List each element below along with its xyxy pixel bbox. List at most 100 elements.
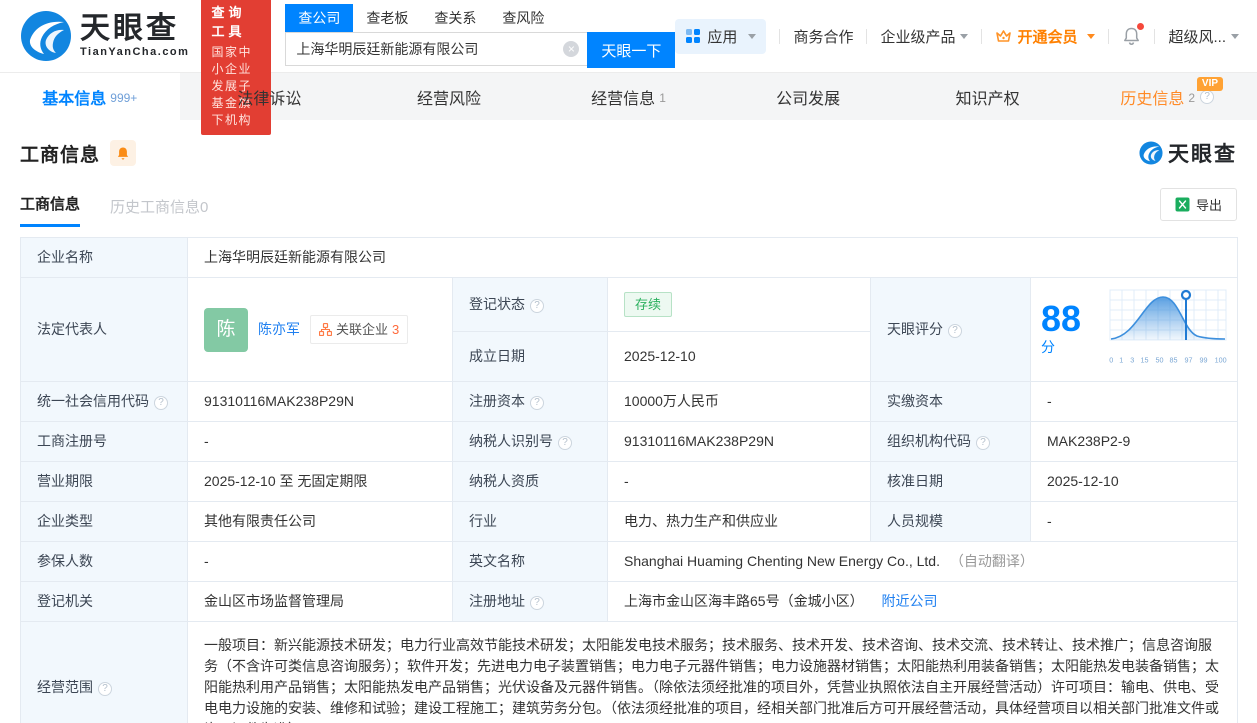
field-label: 工商注册号 bbox=[20, 421, 188, 462]
divider bbox=[866, 28, 868, 44]
field-label: 注册地址 bbox=[452, 581, 608, 622]
monitor-bell-button[interactable] bbox=[110, 140, 137, 166]
score-chart: 013 15 50 85 97 99 100 bbox=[1109, 288, 1227, 371]
insured-num-value: - bbox=[187, 541, 453, 582]
english-name-text: Shanghai Huaming Chenting New Energy Co.… bbox=[624, 553, 940, 569]
search-tab-boss[interactable]: 查老板 bbox=[353, 4, 421, 32]
credit-code-value: 91310116MAK238P29N bbox=[187, 381, 453, 422]
tab-label: 知识产权 bbox=[955, 90, 1020, 108]
approve-date-value: 2025-12-10 bbox=[1030, 461, 1238, 502]
tab-label: 公司发展 bbox=[776, 90, 841, 108]
divider bbox=[981, 28, 983, 44]
help-icon[interactable] bbox=[154, 396, 168, 410]
help-icon[interactable] bbox=[530, 299, 544, 314]
brand-domain: TianYanCha.com bbox=[80, 46, 190, 58]
help-icon[interactable] bbox=[948, 324, 962, 338]
table-row: 企业类型 其他有限责任公司 行业 电力、热力生产和供应业 人员规模 - bbox=[20, 501, 1238, 542]
legal-rep-link[interactable]: 陈亦军 bbox=[258, 319, 300, 340]
vip-badge: VIP bbox=[1196, 77, 1224, 91]
apps-grid-icon bbox=[686, 29, 701, 43]
subtab-business-registration[interactable]: 工商信息 bbox=[20, 193, 81, 227]
related-companies-label: 关联企业 bbox=[336, 322, 389, 337]
taxpayer-quality-value: - bbox=[607, 461, 871, 502]
tab-count: 1 bbox=[659, 91, 666, 105]
nav-open-vip[interactable]: 开通会员 bbox=[995, 26, 1096, 47]
reg-status-value: 存续 bbox=[607, 276, 871, 333]
tab-operating-risk[interactable]: 经营风险 bbox=[359, 73, 539, 120]
divider bbox=[1154, 28, 1156, 44]
tab-basic-info[interactable]: 基本信息 999+ bbox=[0, 73, 180, 120]
search-tab-company[interactable]: 查公司 bbox=[285, 4, 354, 32]
subtab-history-registration[interactable]: 历史工商信息0 bbox=[110, 196, 208, 227]
tab-count: 999+ bbox=[110, 91, 138, 105]
field-label: 人员规模 bbox=[870, 501, 1031, 542]
nearby-companies-link[interactable]: 附近公司 bbox=[881, 593, 937, 609]
tianyancha-logo-icon bbox=[1139, 141, 1163, 165]
table-row: 营业期限 2025-12-10 至 无固定期限 纳税人资质 - 核准日期 202… bbox=[20, 461, 1238, 502]
field-label: 参保人数 bbox=[20, 541, 188, 582]
tab-intellectual-property[interactable]: 知识产权 bbox=[898, 73, 1078, 120]
export-button[interactable]: 导出 bbox=[1159, 188, 1237, 221]
help-icon[interactable] bbox=[530, 396, 544, 410]
tianyancha-watermark: 天眼查 bbox=[1139, 138, 1237, 168]
nav-cooperation[interactable]: 商务合作 bbox=[793, 26, 853, 47]
field-label: 英文名称 bbox=[452, 541, 608, 582]
section-title: 工商信息 bbox=[20, 144, 101, 166]
divider bbox=[1108, 28, 1110, 44]
top-nav: 应用 商务合作 企业级产品 开通会员 超级风... bbox=[675, 18, 1239, 54]
search-button[interactable]: 天眼一下 bbox=[587, 32, 676, 68]
tab-legal-proceedings[interactable]: 法律诉讼 bbox=[180, 73, 360, 120]
nav-super-risk-label: 超级风... bbox=[1168, 28, 1226, 46]
legal-rep-cell: 陈 陈亦军 关联企业 3 bbox=[187, 277, 453, 382]
score-value-group: 88分 bbox=[1041, 301, 1095, 358]
tab-company-development[interactable]: 公司发展 bbox=[718, 73, 898, 120]
tianyancha-logo[interactable]: 天眼查 TianYanCha.com bbox=[20, 10, 189, 62]
table-row: 经营范围 一般项目：新兴能源技术研发；电力行业高效节能技术研发；太阳能发电技术服… bbox=[20, 621, 1238, 723]
table-row: 企业名称 上海华明辰廷新能源有限公司 bbox=[20, 237, 1238, 278]
table-row: 法定代表人 陈 陈亦军 关联企业 3 登记状态? 存续 天眼评分? 88分 0 … bbox=[20, 276, 1238, 382]
nav-enterprise[interactable]: 企业级产品 bbox=[880, 26, 969, 47]
paid-capital-value: - bbox=[1030, 381, 1238, 422]
business-info-table: 企业名称 上海华明辰廷新能源有限公司 法定代表人 陈 陈亦军 关联企业 3 登记… bbox=[20, 237, 1238, 723]
reg-capital-value: 10000万人民币 bbox=[607, 381, 871, 422]
company-section-tabs: 基本信息 999+ 法律诉讼 经营风险 经营信息 1 公司发展 知识产权 历史信… bbox=[0, 72, 1257, 120]
field-label: 注册资本 bbox=[452, 381, 608, 422]
avatar[interactable]: 陈 bbox=[204, 307, 248, 352]
field-label: 企业类型 bbox=[20, 501, 188, 542]
excel-icon bbox=[1175, 197, 1190, 212]
field-label: 登记机关 bbox=[20, 581, 188, 622]
help-icon[interactable] bbox=[530, 596, 544, 610]
english-name-value: Shanghai Huaming Chenting New Energy Co.… bbox=[607, 541, 1238, 582]
site-header: 天眼查 TianYanCha.com 都在用的商业查询工具 国家中小企业发展子基… bbox=[0, 0, 1257, 135]
registry-value: 金山区市场监督管理局 bbox=[187, 581, 453, 622]
nav-apps[interactable]: 应用 bbox=[675, 18, 767, 54]
field-label: 核准日期 bbox=[870, 461, 1031, 502]
brand-name: 天眼查 bbox=[80, 12, 179, 45]
help-icon[interactable] bbox=[976, 436, 990, 450]
help-icon[interactable] bbox=[1200, 89, 1215, 104]
related-companies-badge[interactable]: 关联企业 3 bbox=[310, 315, 409, 344]
staff-size-value: - bbox=[1030, 501, 1238, 542]
tab-history-info[interactable]: 历史信息 2 VIP bbox=[1077, 73, 1257, 120]
search-tab-risk[interactable]: 查风险 bbox=[489, 4, 557, 32]
tianyancha-logo-icon bbox=[21, 11, 71, 61]
notification-bell[interactable] bbox=[1122, 23, 1145, 46]
nav-open-vip-label: 开通会员 bbox=[1017, 28, 1078, 46]
search-input[interactable] bbox=[285, 32, 588, 66]
tab-label: 基本信息 bbox=[42, 90, 107, 108]
field-label: 营业期限 bbox=[20, 461, 188, 502]
help-icon[interactable] bbox=[98, 682, 112, 696]
tab-business-info[interactable]: 经营信息 1 bbox=[539, 73, 719, 120]
search-tab-relation[interactable]: 查关系 bbox=[421, 4, 489, 32]
nav-super-risk[interactable]: 超级风... bbox=[1168, 26, 1239, 47]
field-label: 纳税人识别号 bbox=[452, 421, 608, 462]
help-icon[interactable] bbox=[558, 436, 572, 450]
taxpayer-no-value: 91310116MAK238P29N bbox=[607, 421, 871, 462]
nav-cooperation-label: 商务合作 bbox=[793, 28, 854, 46]
industry-value: 电力、热力生产和供应业 bbox=[607, 501, 871, 542]
tab-label: 历史信息 bbox=[1120, 90, 1185, 108]
business-term-value: 2025-12-10 至 无固定期限 bbox=[187, 461, 453, 502]
address-value: 上海市金山区海丰路65号（金城小区） 附近公司 bbox=[607, 581, 1238, 622]
bell-icon bbox=[117, 147, 129, 159]
auto-translate-note: （自动翻译） bbox=[949, 553, 1034, 569]
